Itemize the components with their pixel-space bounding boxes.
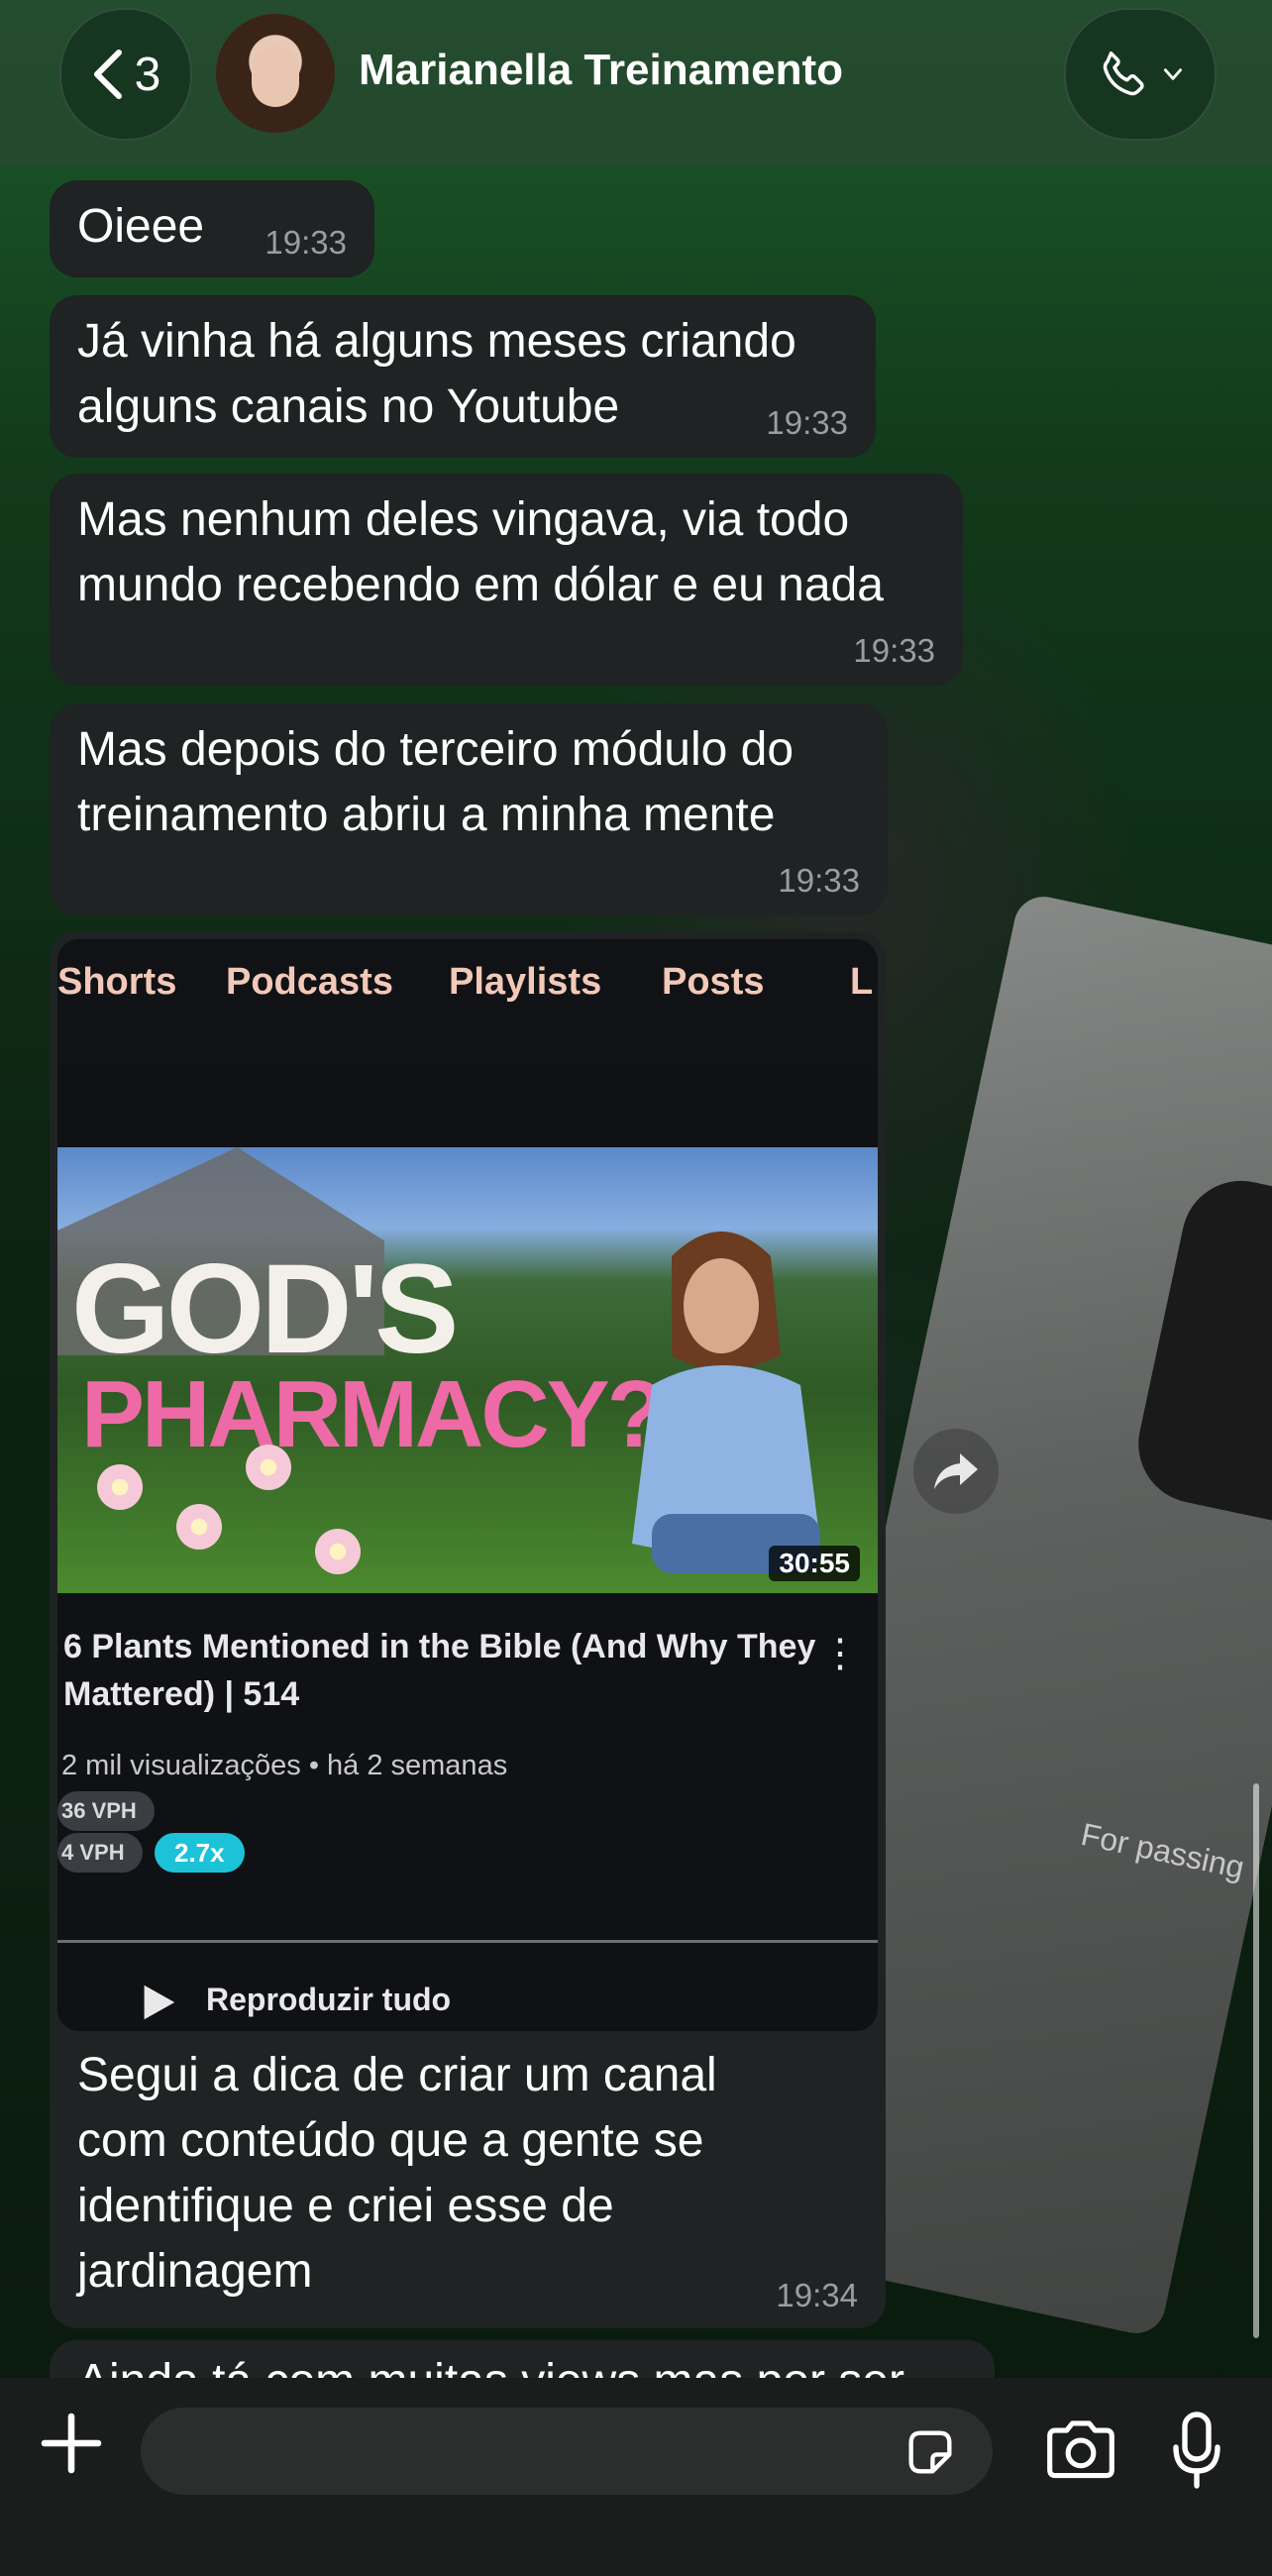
forward-button[interactable] [913,1429,999,1514]
vph-badge: 36 VPH [57,1791,155,1831]
chevron-down-icon [1164,68,1182,80]
message-text: Já vinha há alguns meses criando alguns … [77,315,796,433]
message-time: 19:33 [778,862,860,899]
more-icon: ⋮ [820,1632,860,1675]
avatar[interactable] [216,14,335,133]
microphone-icon[interactable] [1169,2412,1224,2489]
message-text: Mas depois do terceiro módulo do treinam… [77,723,795,841]
message-text: Mas nenhum deles vingava, via todo mundo… [77,493,884,611]
scrollbar[interactable] [1253,1783,1259,2338]
yt-tab-posts: Posts [662,961,765,1003]
message-bubble[interactable]: Mas nenhum deles vingava, via todo mundo… [50,474,963,686]
thumbnail-title-line2: PHARMACY? [81,1361,665,1467]
yt-divider [57,1940,878,1943]
vph-badge: 4 VPH [57,1833,143,1873]
woman-figure [632,1232,820,1573]
video-thumbnail: GOD'S PHARMACY? 30:55 [57,1147,878,1593]
flower-shape [246,1445,291,1490]
message-bubble[interactable]: Oieee 19:33 [50,180,374,277]
composer-bar [0,2378,1272,2576]
message-time: 19:34 [776,2277,858,2313]
message-bubble[interactable]: Mas depois do terceiro módulo do treinam… [50,703,888,915]
message-time: 19:33 [265,224,347,261]
yt-tabs-bar: Shorts Podcasts Playlists Posts L [57,939,878,1068]
media-caption: Segui a dica de criar um canal com conte… [77,2049,717,2298]
multiplier-badge: 2.7x [155,1833,245,1873]
yt-tab-playlists: Playlists [449,961,602,1003]
chevron-left-icon [93,50,122,99]
contact-name[interactable]: Marianella Treinamento [359,46,843,95]
back-button[interactable]: 3 [59,8,192,141]
sticker-icon[interactable] [901,2423,959,2481]
forward-icon [934,1453,978,1489]
avatar-face [252,46,299,107]
call-button[interactable] [1064,8,1217,141]
yt-tab-podcasts: Podcasts [226,961,393,1003]
video-duration: 30:55 [769,1546,860,1581]
message-bubble[interactable]: Já vinha há alguns meses criando alguns … [50,295,876,458]
phone-icon [1103,52,1144,96]
yt-tab-partial: L [850,961,874,1003]
chat-header: 3 Marianella Treinamento [0,0,1272,166]
flower-shape [315,1529,361,1574]
camera-icon[interactable] [1044,2417,1117,2483]
message-input[interactable] [141,2408,993,2495]
media-message-bubble[interactable]: Shorts Podcasts Playlists Posts L GOD'S … [50,931,886,2328]
unread-count: 3 [134,48,161,101]
message-time: 19:33 [766,404,848,441]
play-icon [144,1985,175,2020]
plus-icon[interactable] [36,2408,107,2479]
play-all-label: Reproduzir tudo [206,1982,452,2017]
video-meta: 2 mil visualizações • há 2 semanas [61,1750,508,1781]
message-time: 19:33 [853,632,935,669]
yt-tab-shorts: Shorts [57,961,177,1003]
flower-shape [97,1464,143,1510]
flower-shape [176,1504,222,1550]
video-title: 6 Plants Mentioned in the Bible (And Why… [63,1628,816,1713]
image-attachment[interactable]: Shorts Podcasts Playlists Posts L GOD'S … [57,939,878,2031]
